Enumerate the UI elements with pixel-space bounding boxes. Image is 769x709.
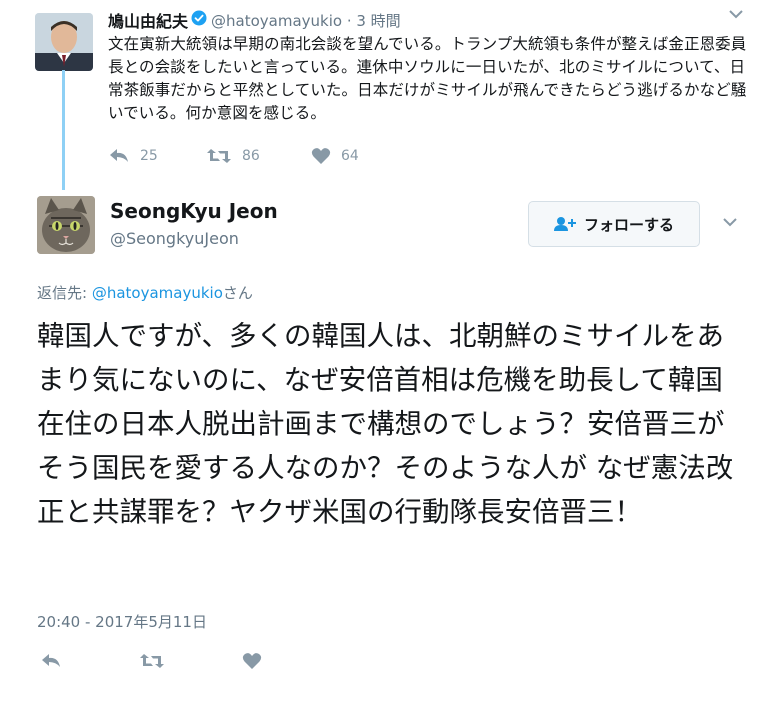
- parent-avatar[interactable]: [35, 13, 93, 71]
- parent-display-name[interactable]: 鳩山由紀夫: [108, 8, 188, 32]
- parent-meta: @hatoyamayukio · 3 時間: [211, 10, 401, 31]
- parent-handle[interactable]: @hatoyamayukio: [211, 12, 342, 30]
- retweet-count: 86: [242, 148, 260, 164]
- tweet-timestamp[interactable]: 20:40 - 2017年5月11日: [37, 611, 207, 632]
- thread-connector-line: [62, 70, 65, 190]
- main-like-action[interactable]: [242, 652, 262, 670]
- main-retweet-action[interactable]: [139, 652, 165, 670]
- retweet-icon: [207, 149, 231, 163]
- reply-count: 25: [140, 148, 158, 164]
- replying-to: 返信先: @hatoyamayukioさん: [37, 282, 253, 303]
- main-avatar[interactable]: [37, 196, 95, 254]
- reply-handle-link[interactable]: @hatoyamayukio: [92, 284, 223, 302]
- parent-retweet-action[interactable]: 86: [206, 147, 260, 165]
- main-tweet-text: 韓国人ですが、多くの韓国人は、北朝鮮のミサイルをあまり気にないのに、なぜ安倍首相…: [37, 320, 734, 528]
- main-reply-action[interactable]: [40, 652, 62, 670]
- parent-time[interactable]: · 3 時間: [347, 12, 401, 30]
- parent-like-action[interactable]: 64: [311, 147, 359, 165]
- parent-reply-action[interactable]: 25: [108, 147, 158, 165]
- chevron-down-icon[interactable]: [722, 216, 738, 232]
- retweet-icon: [140, 654, 164, 668]
- follow-button-label: フォローする: [583, 215, 674, 234]
- reply-suffix: さん: [222, 284, 253, 302]
- follow-user-icon: [553, 217, 576, 231]
- parent-tweet-text: 文在寅新大統領は早期の南北会談を望んでいる。トランプ大統領も条件が整えば金正恩委…: [108, 35, 747, 122]
- chevron-down-icon[interactable]: [728, 8, 744, 24]
- reply-icon: [42, 654, 60, 667]
- like-count: 64: [341, 148, 359, 164]
- reply-prefix: 返信先:: [37, 284, 92, 302]
- verified-badge-icon: [191, 10, 207, 26]
- main-handle[interactable]: @SeongkyuJeon: [110, 229, 239, 248]
- like-icon: [311, 148, 331, 164]
- reply-icon: [110, 149, 128, 162]
- follow-button[interactable]: フォローする: [528, 201, 700, 247]
- main-display-name[interactable]: SeongKyu Jeon: [110, 199, 278, 223]
- like-icon: [242, 653, 262, 669]
